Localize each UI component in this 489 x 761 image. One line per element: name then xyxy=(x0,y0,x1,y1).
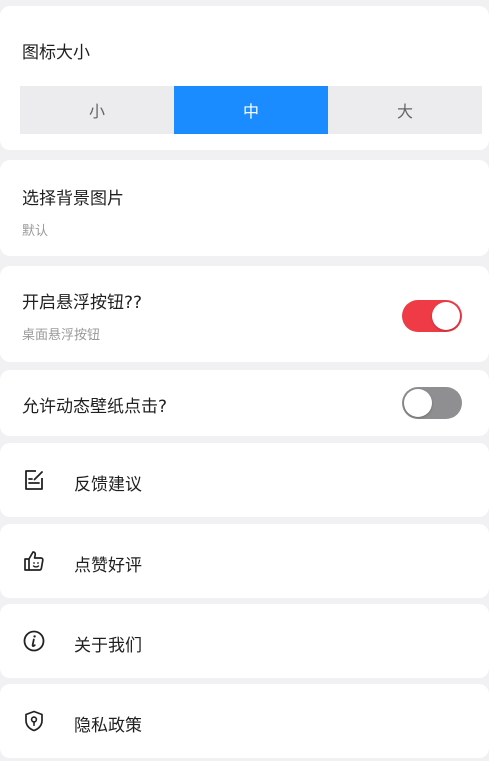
background-image-row[interactable]: 选择背景图片 默认 xyxy=(0,160,489,256)
icon-size-option-small[interactable]: 小 xyxy=(20,86,174,134)
background-image-value: 默认 xyxy=(22,224,49,239)
live-wallpaper-row: 允许动态壁纸点击? xyxy=(0,370,489,436)
shield-icon xyxy=(22,709,46,733)
floating-button-title: 开启悬浮按钮?? xyxy=(22,293,143,313)
feedback-edit-icon xyxy=(22,468,46,492)
info-icon xyxy=(22,629,46,653)
icon-size-card: 图标大小 小 中 大 xyxy=(0,6,489,150)
menu-item-rate-label: 点赞好评 xyxy=(74,556,142,576)
menu-item-rate[interactable]: 点赞好评 xyxy=(0,524,489,598)
menu-item-privacy-label: 隐私政策 xyxy=(74,716,142,736)
icon-size-segmented-control: 小 中 大 xyxy=(20,86,482,134)
icon-size-option-large[interactable]: 大 xyxy=(328,86,482,134)
live-wallpaper-toggle[interactable] xyxy=(402,387,462,419)
floating-button-subtitle: 桌面悬浮按钮 xyxy=(22,328,101,343)
floating-button-toggle[interactable] xyxy=(402,300,462,332)
icon-size-option-medium[interactable]: 中 xyxy=(174,86,328,134)
icon-size-title: 图标大小 xyxy=(22,43,90,63)
menu-item-about-label: 关于我们 xyxy=(74,636,142,656)
menu-item-feedback[interactable]: 反馈建议 xyxy=(0,443,489,517)
menu-item-feedback-label: 反馈建议 xyxy=(74,475,142,495)
live-wallpaper-title: 允许动态壁纸点击? xyxy=(22,397,168,417)
floating-button-row: 开启悬浮按钮?? 桌面悬浮按钮 xyxy=(0,266,489,362)
menu-item-about[interactable]: 关于我们 xyxy=(0,604,489,678)
toggle-knob xyxy=(404,389,432,417)
background-image-title: 选择背景图片 xyxy=(22,189,124,209)
menu-item-privacy[interactable]: 隐私政策 xyxy=(0,684,489,758)
toggle-knob xyxy=(432,302,460,330)
thumbs-up-icon xyxy=(22,549,46,573)
